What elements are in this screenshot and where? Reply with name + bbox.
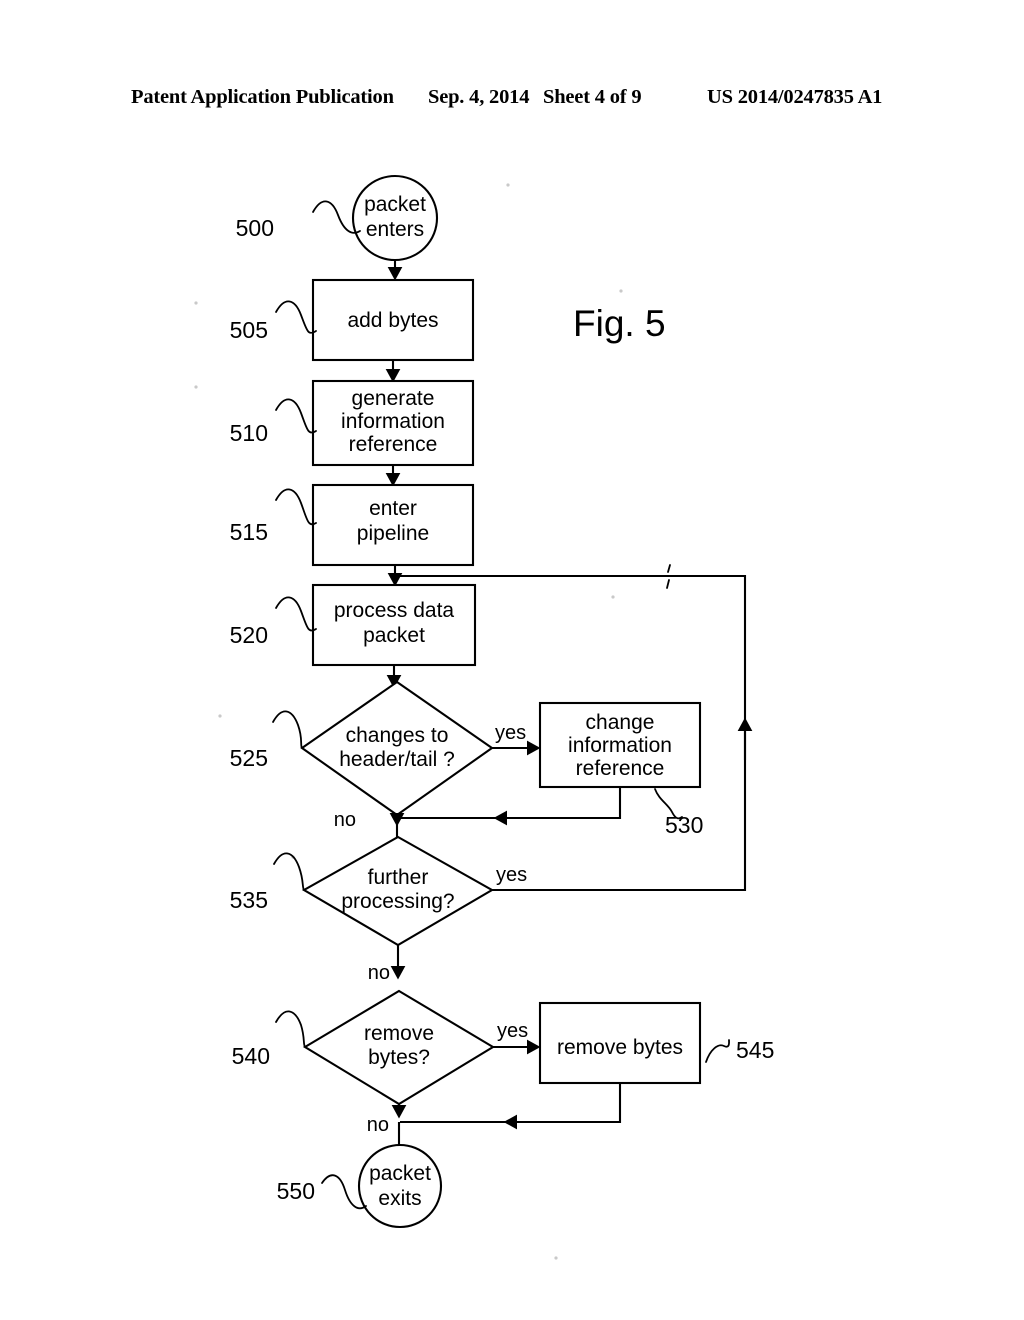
leader-535 — [273, 852, 305, 891]
ref-label-540: 540 — [232, 1043, 270, 1069]
leader-545 — [705, 1039, 730, 1063]
node-generate-information-reference-line-2: information — [341, 410, 445, 433]
edge-530-return-to-trunk — [400, 787, 622, 820]
ref-label-505: 505 — [230, 317, 268, 343]
edge-545-return-to-trunk — [400, 1083, 622, 1124]
edge-label-no-525: no — [334, 809, 356, 831]
edge-label-yes-535: yes — [496, 864, 527, 886]
ref-label-545: 545 — [736, 1037, 774, 1063]
scan-speck — [194, 385, 198, 389]
node-enter-pipeline-line-1: enter — [369, 497, 417, 520]
leader-520 — [275, 596, 317, 632]
node-further-processing-line-2: processing? — [341, 890, 454, 913]
node-add-bytes-line-1: add bytes — [347, 309, 438, 332]
scan-speck — [218, 714, 222, 718]
node-process-data-packet-line-2: packet — [363, 624, 425, 647]
node-packet-enters-line-1: packet — [364, 193, 426, 216]
leader-510 — [275, 398, 317, 434]
figure-5-flowchart: Fig. 5 packet enters 500 add bytes 505 g… — [0, 0, 1024, 1320]
node-changes-to-header-tail-line-2: header/tail ? — [339, 748, 455, 771]
edge-label-no-540: no — [367, 1114, 389, 1136]
scan-speck — [611, 595, 615, 599]
ref-label-515: 515 — [230, 519, 268, 545]
node-enter-pipeline-line-2: pipeline — [357, 522, 429, 545]
leader-540 — [275, 1010, 306, 1048]
node-process-data-packet-line-1: process data — [334, 599, 455, 622]
node-packet-exits-line-1: packet — [369, 1162, 431, 1185]
ref-label-510: 510 — [230, 420, 268, 446]
leader-505 — [275, 300, 317, 334]
ref-label-520: 520 — [230, 622, 268, 648]
node-remove-bytes-action-line-1: remove bytes — [557, 1036, 683, 1059]
leader-525 — [272, 710, 303, 749]
node-packet-exits-line-2: exits — [378, 1187, 421, 1210]
scan-speck — [554, 1256, 558, 1260]
edge-label-yes-525: yes — [495, 722, 526, 744]
edge-label-no-535: no — [368, 962, 390, 984]
node-change-information-reference-line-2: information — [568, 734, 672, 757]
scan-speck — [506, 183, 510, 187]
ref-label-500: 500 — [236, 215, 274, 241]
leader-515 — [275, 488, 317, 526]
node-remove-bytes-decision-line-2: bytes? — [368, 1046, 430, 1069]
edge-label-yes-540: yes — [497, 1020, 528, 1042]
node-remove-bytes-decision-line-1: remove — [364, 1022, 434, 1045]
node-generate-information-reference-line-3: reference — [349, 433, 438, 456]
figure-title: Fig. 5 — [573, 303, 666, 344]
ref-label-530: 530 — [665, 812, 703, 838]
node-packet-exits — [357, 1143, 443, 1229]
scan-speck — [619, 289, 623, 293]
scan-speck — [194, 301, 198, 305]
node-change-information-reference-line-3: reference — [576, 757, 665, 780]
node-packet-enters-line-2: enters — [366, 218, 424, 241]
node-changes-to-header-tail-line-1: changes to — [346, 724, 449, 747]
node-change-information-reference-line-1: change — [586, 711, 655, 734]
node-further-processing-line-1: further — [368, 866, 429, 889]
ref-label-525: 525 — [230, 745, 268, 771]
ref-label-550: 550 — [277, 1178, 315, 1204]
node-generate-information-reference-line-1: generate — [352, 387, 435, 410]
ref-label-535: 535 — [230, 887, 268, 913]
